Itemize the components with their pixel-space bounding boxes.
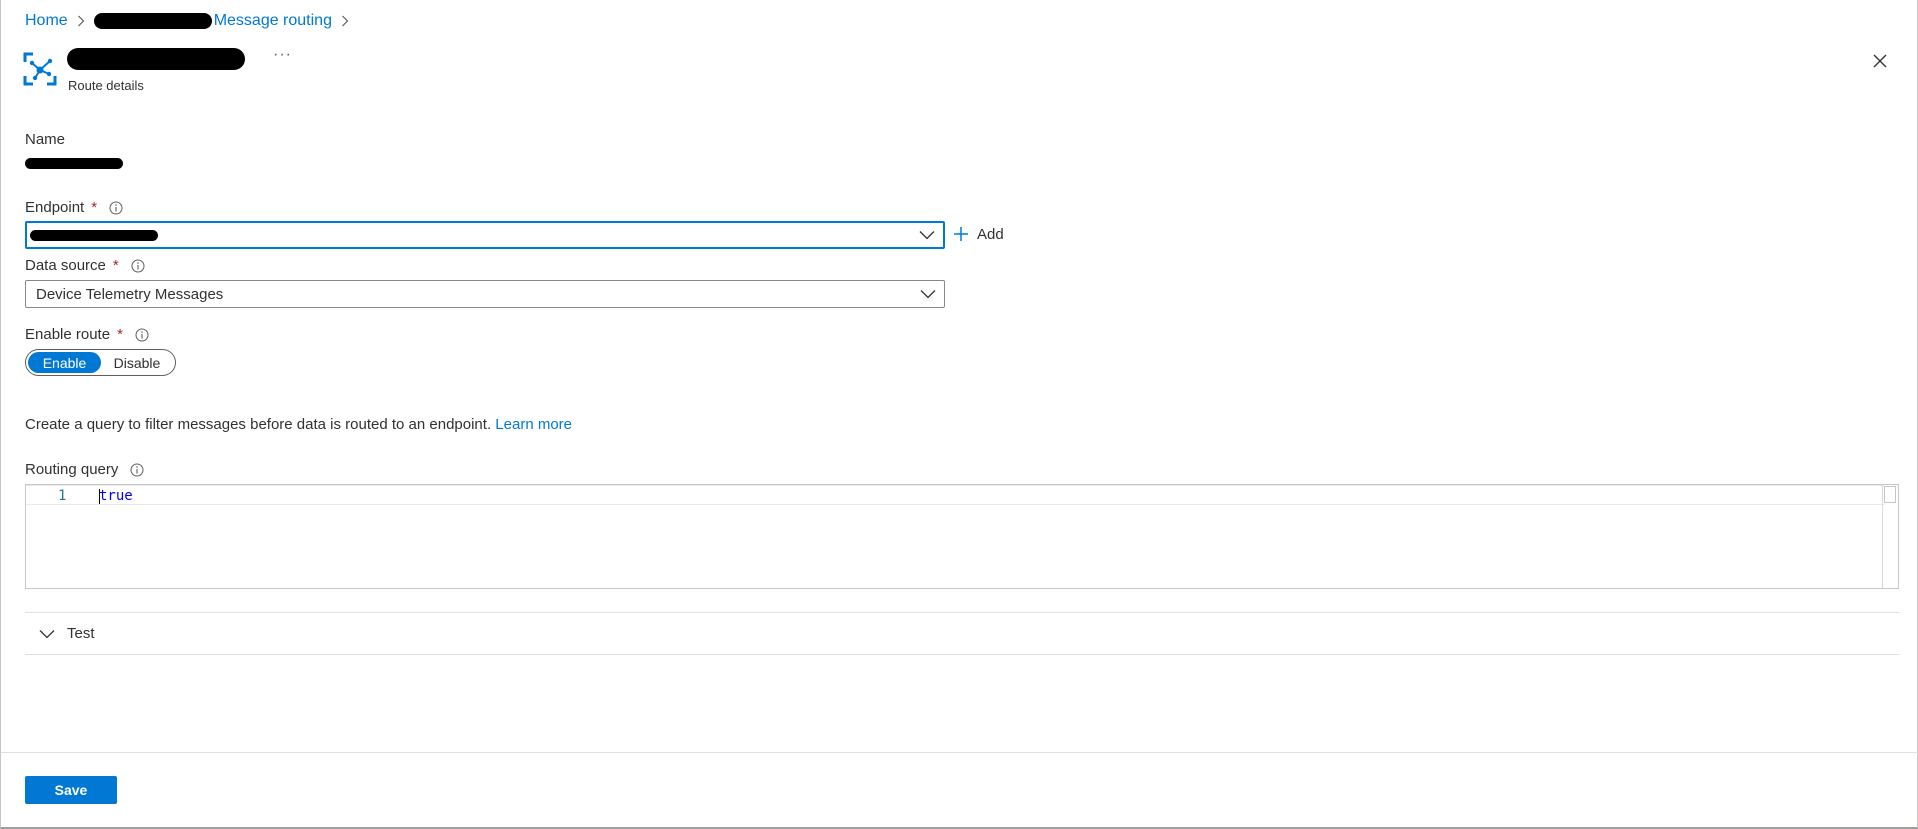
line-number: 1 <box>58 488 67 504</box>
name-value-redacted <box>25 158 123 169</box>
breadcrumb: Home Message routing <box>25 10 358 32</box>
required-marker: * <box>117 326 123 343</box>
breadcrumb-message-routing-link[interactable]: Message routing <box>214 12 332 30</box>
add-endpoint-button[interactable]: Add <box>953 222 1004 246</box>
close-button[interactable] <box>1867 48 1893 74</box>
editor-current-line <box>26 485 1884 505</box>
iot-hub-icon <box>23 52 57 86</box>
close-icon <box>1873 54 1887 68</box>
data-source-value: Device Telemetry Messages <box>36 285 224 303</box>
enable-option[interactable]: Enable <box>28 352 101 373</box>
disable-option[interactable]: Disable <box>101 352 173 373</box>
test-section-label: Test <box>67 625 95 642</box>
info-icon[interactable] <box>131 259 145 273</box>
name-label: Name <box>25 131 66 148</box>
endpoint-value-redacted <box>30 229 158 241</box>
more-actions-button[interactable]: ··· <box>273 46 292 64</box>
test-section-toggle[interactable]: Test <box>25 612 1899 655</box>
breadcrumb-home-link[interactable]: Home <box>25 12 68 30</box>
routing-query-label: Routing query <box>25 461 144 478</box>
query-code: true <box>99 488 133 504</box>
save-button[interactable]: Save <box>25 776 117 804</box>
chevron-right-icon <box>336 14 354 28</box>
endpoint-dropdown[interactable] <box>25 221 945 249</box>
scrollbar-thumb[interactable] <box>1884 486 1896 503</box>
endpoint-label: Endpoint * <box>25 199 123 216</box>
query-description: Create a query to filter messages before… <box>25 416 573 433</box>
data-source-dropdown[interactable]: Device Telemetry Messages <box>25 280 945 308</box>
chevron-down-icon <box>920 290 936 299</box>
learn-more-link[interactable]: Learn more <box>495 416 572 433</box>
breadcrumb-resource-redacted[interactable] <box>93 13 212 29</box>
chevron-down-icon <box>39 629 55 638</box>
info-icon[interactable] <box>109 201 123 215</box>
route-details-blade: Home Message routing ··· Route details N… <box>0 0 1918 829</box>
header-title-redacted <box>67 48 245 70</box>
required-marker: * <box>112 257 119 274</box>
info-icon[interactable] <box>130 463 144 477</box>
chevron-right-icon <box>72 14 90 28</box>
required-marker: * <box>91 199 98 216</box>
info-icon[interactable] <box>135 328 149 342</box>
enable-route-toggle: Enable Disable <box>25 349 176 376</box>
plus-icon <box>954 227 968 241</box>
chevron-down-icon <box>919 231 935 240</box>
editor-scrollbar[interactable] <box>1882 485 1898 588</box>
enable-route-label: Enable route * <box>25 326 149 343</box>
routing-query-editor[interactable]: 1 true <box>25 484 1899 589</box>
data-source-label: Data source * <box>25 257 145 274</box>
footer-divider <box>1 752 1918 753</box>
blade-subtitle: Route details <box>68 78 144 93</box>
